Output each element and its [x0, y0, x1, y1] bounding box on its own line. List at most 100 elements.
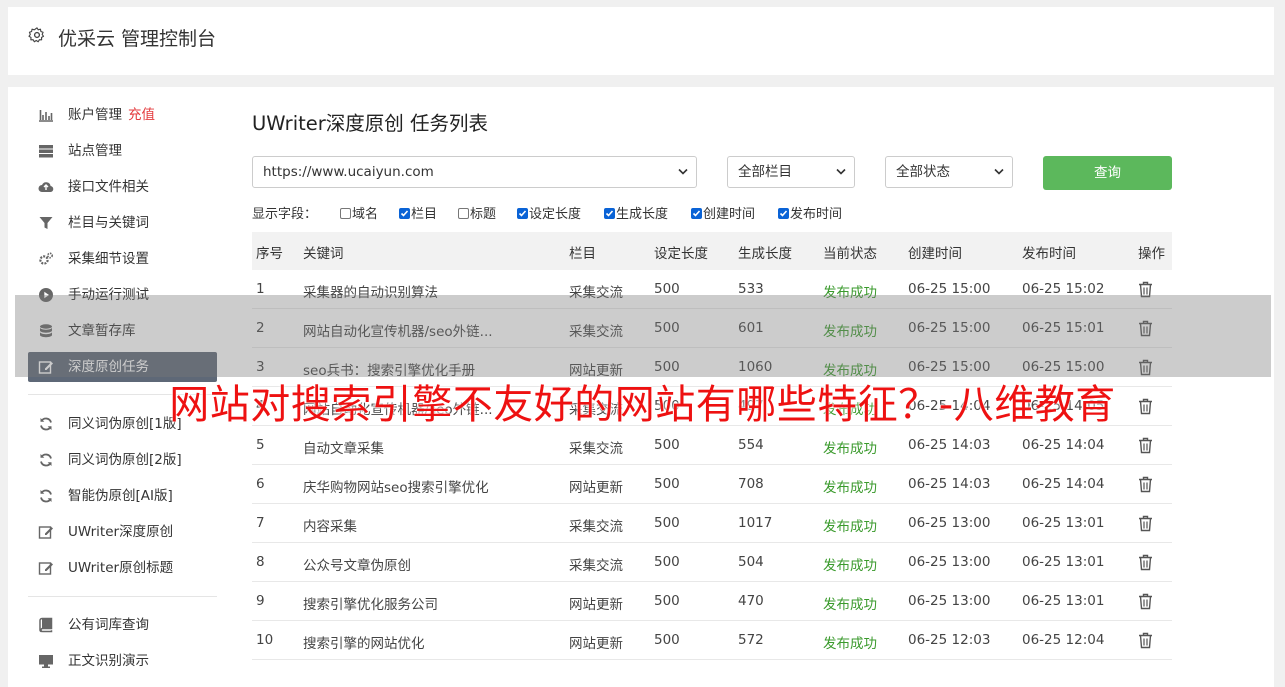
checkmark-icon	[692, 210, 701, 217]
chevron-down-icon	[678, 168, 688, 175]
sidebar-item-label: UWriter深度原创	[68, 524, 174, 540]
column-select[interactable]: 全部栏目	[727, 156, 855, 188]
checkbox-box[interactable]	[399, 208, 410, 219]
sidebar-item-label: 智能伪原创[AI版]	[68, 488, 173, 504]
edit-icon	[38, 526, 53, 539]
sidebar-item-label: 公有词库查询	[68, 617, 149, 633]
row-index: 6	[256, 476, 265, 492]
row-gen-length: 554	[738, 437, 764, 453]
sidebar-item-interface-files[interactable]: 接口文件相关	[28, 172, 217, 202]
row-index: 9	[256, 593, 265, 609]
column-header: 当前状态	[823, 246, 877, 262]
row-created-time: 06-25 13:00	[908, 515, 991, 531]
row-column: 采集交流	[569, 441, 623, 457]
trash-icon[interactable]	[1138, 515, 1153, 532]
sidebar-item-label: 账户管理	[68, 107, 122, 123]
column-header: 序号	[256, 246, 283, 262]
row-status: 发布成功	[823, 519, 877, 535]
checkbox-box[interactable]	[517, 208, 528, 219]
trash-icon[interactable]	[1138, 437, 1153, 454]
field-checkbox-created-time[interactable]: 创建时间	[691, 203, 755, 222]
bar-chart-icon	[39, 110, 53, 122]
column-header: 设定长度	[654, 246, 708, 262]
gear-icon	[28, 27, 45, 43]
status-select[interactable]: 全部状态	[885, 156, 1013, 188]
site-select[interactable]: https://www.ucaiyun.com	[252, 156, 697, 188]
sidebar-item-text-recognition[interactable]: 正文识别演示	[28, 646, 217, 676]
sidebar-item-label: 同义词伪原创[2版]	[68, 452, 182, 468]
field-checkbox-label: 设定长度	[529, 207, 582, 222]
overlay-caption: 网站对搜索引擎不友好的网站有哪些特征？-八维教育	[169, 382, 1116, 428]
field-checkbox-publish-time[interactable]: 发布时间	[778, 203, 842, 222]
field-checkbox-domain[interactable]: 域名	[340, 203, 378, 222]
column-header: 栏目	[569, 246, 596, 262]
sidebar-item-account[interactable]: 账户管理 充值	[28, 100, 217, 130]
sidebar-item-collect-settings[interactable]: 采集细节设置	[28, 244, 217, 274]
server-icon	[39, 145, 53, 158]
row-publish-time: 06-25 14:04	[1022, 476, 1105, 492]
row-gen-length: 504	[738, 554, 764, 570]
chevron-down-icon	[836, 168, 846, 175]
table-row: 5 自动文章采集 采集交流 500 554 发布成功 06-25 14:03 06-25 14…	[252, 426, 1172, 465]
sidebar-item-public-lexicon[interactable]: 公有词库查询	[28, 610, 217, 640]
field-checkbox-label: 创建时间	[703, 207, 756, 222]
row-status: 发布成功	[823, 558, 877, 574]
row-publish-time: 06-25 13:01	[1022, 515, 1105, 531]
row-set-length: 500	[654, 437, 680, 453]
page-title: UWriter深度原创 任务列表	[252, 112, 488, 135]
checkbox-box[interactable]	[778, 208, 789, 219]
checkbox-box[interactable]	[458, 208, 469, 219]
row-created-time: 06-25 13:00	[908, 554, 991, 570]
row-set-length: 500	[654, 476, 680, 492]
recharge-link[interactable]: 充值	[128, 107, 155, 123]
table-row: 6 庆华购物网站seo搜索引擎优化 网站更新 500 708 发布成功 06-25 14:0…	[252, 465, 1172, 504]
checkbox-box[interactable]	[340, 208, 351, 219]
row-keyword: 搜索引擎的网站优化	[303, 636, 425, 652]
column-select-value: 全部栏目	[738, 164, 792, 180]
table-row: 7 内容采集 采集交流 500 1017 发布成功 06-25 13:00 06-25 13:…	[252, 504, 1172, 543]
checkbox-box[interactable]	[604, 208, 615, 219]
field-checkbox-set-length[interactable]: 设定长度	[517, 203, 581, 222]
sidebar-item-synonym-v2[interactable]: 同义词伪原创[2版]	[28, 445, 217, 475]
sidebar-item-columns-keywords[interactable]: 栏目与关键词	[28, 208, 217, 238]
row-gen-length: 470	[738, 593, 764, 609]
overlay-band	[15, 295, 1271, 377]
row-column: 网站更新	[569, 636, 623, 652]
column-header: 生成长度	[738, 246, 792, 262]
sidebar-item-sites[interactable]: 站点管理	[28, 136, 217, 166]
row-publish-time: 06-25 14:04	[1022, 437, 1105, 453]
status-select-value: 全部状态	[896, 164, 950, 180]
field-checkbox-title[interactable]: 标题	[458, 203, 496, 222]
row-created-time: 06-25 12:03	[908, 632, 991, 648]
row-set-length: 500	[654, 515, 680, 531]
sidebar-divider	[28, 596, 217, 597]
desktop-icon	[39, 655, 53, 668]
trash-icon[interactable]	[1138, 632, 1153, 649]
field-checkbox-label: 栏目	[411, 207, 438, 222]
gears-icon	[39, 252, 54, 265]
sidebar-item-ai-rewrite[interactable]: 智能伪原创[AI版]	[28, 481, 217, 511]
sidebar-item-label: 采集细节设置	[68, 251, 149, 267]
row-column: 网站更新	[569, 480, 623, 496]
query-button[interactable]: 查询	[1043, 156, 1172, 190]
checkbox-box[interactable]	[691, 208, 702, 219]
trash-icon[interactable]	[1138, 593, 1153, 610]
row-index: 5	[256, 437, 265, 453]
filter-icon	[39, 217, 53, 229]
trash-icon[interactable]	[1138, 554, 1153, 571]
row-set-length: 500	[654, 593, 680, 609]
table-header: 序号 关键词 栏目 设定长度 生成长度 当前状态 创建时间 发布时间 操作	[252, 232, 1172, 270]
field-checkbox-column[interactable]: 栏目	[399, 203, 437, 222]
field-checkbox-gen-length[interactable]: 生成长度	[604, 203, 668, 222]
row-keyword: 公众号文章伪原创	[303, 558, 411, 574]
sidebar-item-uwriter-title[interactable]: UWriter原创标题	[28, 553, 217, 583]
sidebar-item-label: UWriter原创标题	[68, 560, 174, 576]
row-created-time: 06-25 14:03	[908, 437, 991, 453]
row-column: 采集交流	[569, 519, 623, 535]
row-keyword: 庆华购物网站seo搜索引擎优化	[303, 480, 489, 496]
table-row: 10 搜索引擎的网站优化 网站更新 500 572 发布成功 06-25 12:03 06-2…	[252, 621, 1172, 660]
row-publish-time: 06-25 12:04	[1022, 632, 1105, 648]
sidebar-item-uwriter-deep[interactable]: UWriter深度原创	[28, 517, 217, 547]
trash-icon[interactable]	[1138, 476, 1153, 493]
row-status: 发布成功	[823, 480, 877, 496]
